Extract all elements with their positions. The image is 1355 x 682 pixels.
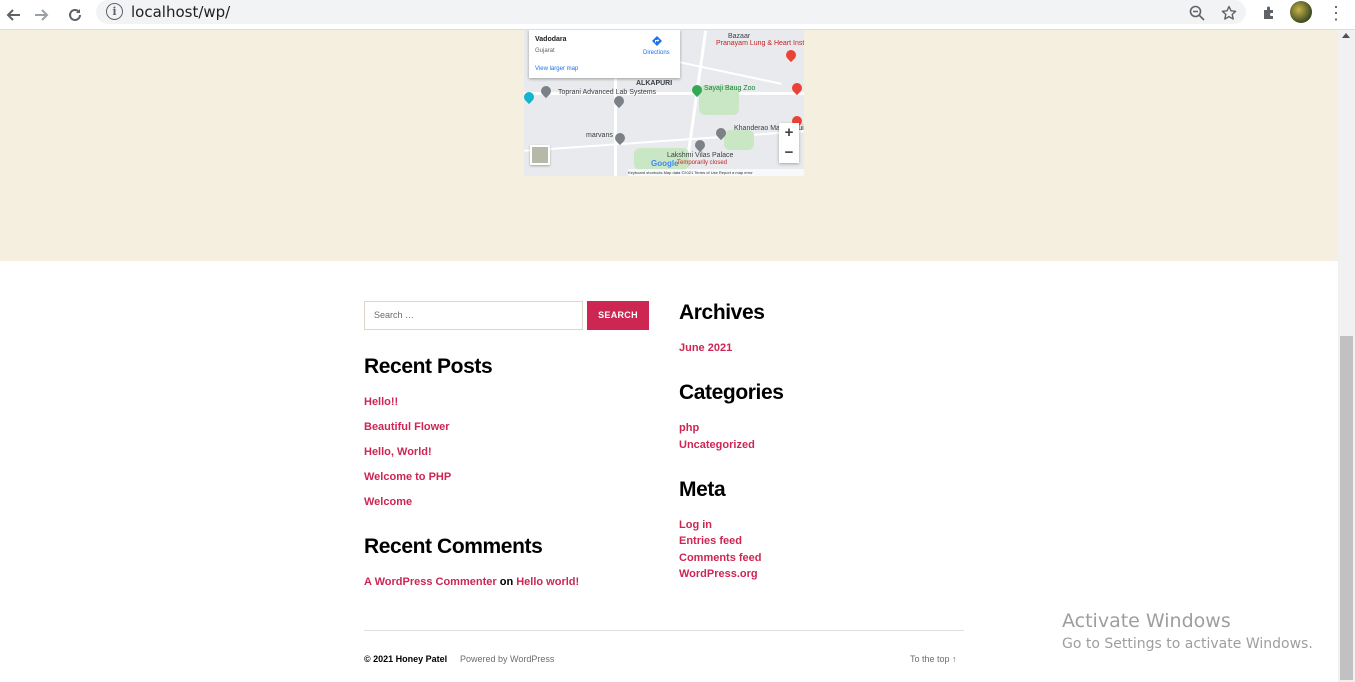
map-label: Bazaar xyxy=(728,33,751,40)
map-info-card: Vadodara Gujarat View larger map Directi… xyxy=(529,30,680,78)
to-the-top-link[interactable]: To the top ↑ xyxy=(910,654,957,664)
map-place-name: Vadodara xyxy=(535,36,567,43)
zoom-magnifier-icon[interactable] xyxy=(1186,2,1208,24)
recent-post-link[interactable]: Welcome xyxy=(364,496,412,508)
meta-link[interactable]: Log in xyxy=(679,519,712,531)
archives-title: Archives xyxy=(679,301,765,324)
hospital-pin-icon[interactable] xyxy=(783,47,799,63)
reload-icon[interactable] xyxy=(62,2,88,28)
recent-post-link[interactable]: Welcome to PHP xyxy=(364,471,451,483)
search-button[interactable]: SEARCH xyxy=(587,301,649,330)
map-label: ALKAPURI xyxy=(636,80,673,87)
recent-comment-item: A WordPress Commenter on Hello world! xyxy=(364,576,579,588)
browser-toolbar: i localhost/wp/ ⋮ xyxy=(0,0,1355,30)
meta-link[interactable]: Entries feed xyxy=(679,535,742,547)
watermark-subtitle: Go to Settings to activate Windows. xyxy=(1062,636,1313,652)
map-label: Temporarily closed xyxy=(677,160,728,166)
directions-icon[interactable] xyxy=(652,36,662,46)
profile-avatar[interactable] xyxy=(1290,1,1312,23)
map-label: Sayaji Baug Zoo xyxy=(704,85,756,92)
embedded-map[interactable]: Pranayam Lung & Heart Institute Sayaji B… xyxy=(524,30,804,176)
recent-post-link[interactable]: Hello, World! xyxy=(364,446,432,458)
content-section: Pranayam Lung & Heart Institute Sayaji B… xyxy=(0,30,1338,261)
recent-post-link[interactable]: Hello!! xyxy=(364,396,398,408)
zoom-out-button[interactable]: − xyxy=(779,143,799,163)
view-larger-map-link[interactable]: View larger map xyxy=(535,66,578,72)
zoom-in-button[interactable]: + xyxy=(779,123,799,143)
meta-link[interactable]: Comments feed xyxy=(679,552,762,564)
windows-activation-watermark: Activate Windows Go to Settings to activ… xyxy=(1062,610,1313,652)
search-input[interactable]: Search … xyxy=(364,301,583,330)
category-link[interactable]: Uncategorized xyxy=(679,439,755,451)
extensions-icon[interactable] xyxy=(1258,2,1280,24)
copyright-text: © 2021 Honey Patel xyxy=(364,654,448,664)
browser-menu-icon[interactable]: ⋮ xyxy=(1327,2,1345,24)
address-bar[interactable]: i localhost/wp/ xyxy=(96,0,1246,24)
back-arrow-icon[interactable] xyxy=(0,2,26,28)
category-link[interactable]: php xyxy=(679,422,699,434)
powered-by-link[interactable]: Powered by WordPress xyxy=(460,654,554,664)
forward-arrow-icon[interactable] xyxy=(29,2,55,28)
site-info-icon[interactable]: i xyxy=(106,3,123,20)
recent-posts-title: Recent Posts xyxy=(364,355,493,378)
bookmark-star-icon[interactable] xyxy=(1218,2,1240,24)
map-label: marvans xyxy=(586,132,613,139)
place-pin-icon[interactable] xyxy=(692,137,708,153)
scroll-up-arrow-icon[interactable] xyxy=(1342,33,1350,38)
comment-author-link[interactable]: A WordPress Commenter xyxy=(364,576,497,588)
url-text[interactable]: localhost/wp/ xyxy=(131,3,230,21)
map-label: Toprani Advanced Lab Systems xyxy=(558,89,657,96)
street-view-pegman-icon[interactable] xyxy=(530,145,550,165)
comment-on-text: on xyxy=(499,576,514,588)
map-label: Pranayam Lung & Heart Institute xyxy=(716,40,804,47)
map-footer: Keyboard shortcuts Map data ©2021 Terms … xyxy=(628,169,804,176)
directions-link[interactable]: Directions xyxy=(643,50,670,56)
recent-comments-title: Recent Comments xyxy=(364,535,543,558)
archive-link[interactable]: June 2021 xyxy=(679,342,732,354)
meta-title: Meta xyxy=(679,478,726,501)
watermark-title: Activate Windows xyxy=(1062,610,1231,632)
vertical-scrollbar[interactable] xyxy=(1338,30,1355,682)
map-park xyxy=(724,130,754,150)
map-zoom-control: + − xyxy=(779,123,799,163)
recent-post-link[interactable]: Beautiful Flower xyxy=(364,421,450,433)
google-logo: Google xyxy=(651,159,679,168)
page-viewport: Pranayam Lung & Heart Institute Sayaji B… xyxy=(0,30,1338,682)
categories-title: Categories xyxy=(679,381,784,404)
place-pin-icon[interactable] xyxy=(538,83,554,99)
map-region: Gujarat xyxy=(535,48,555,54)
comment-post-link[interactable]: Hello world! xyxy=(516,576,579,588)
meta-link[interactable]: WordPress.org xyxy=(679,568,758,580)
footer-divider xyxy=(364,630,964,631)
scroll-thumb[interactable] xyxy=(1340,336,1353,680)
